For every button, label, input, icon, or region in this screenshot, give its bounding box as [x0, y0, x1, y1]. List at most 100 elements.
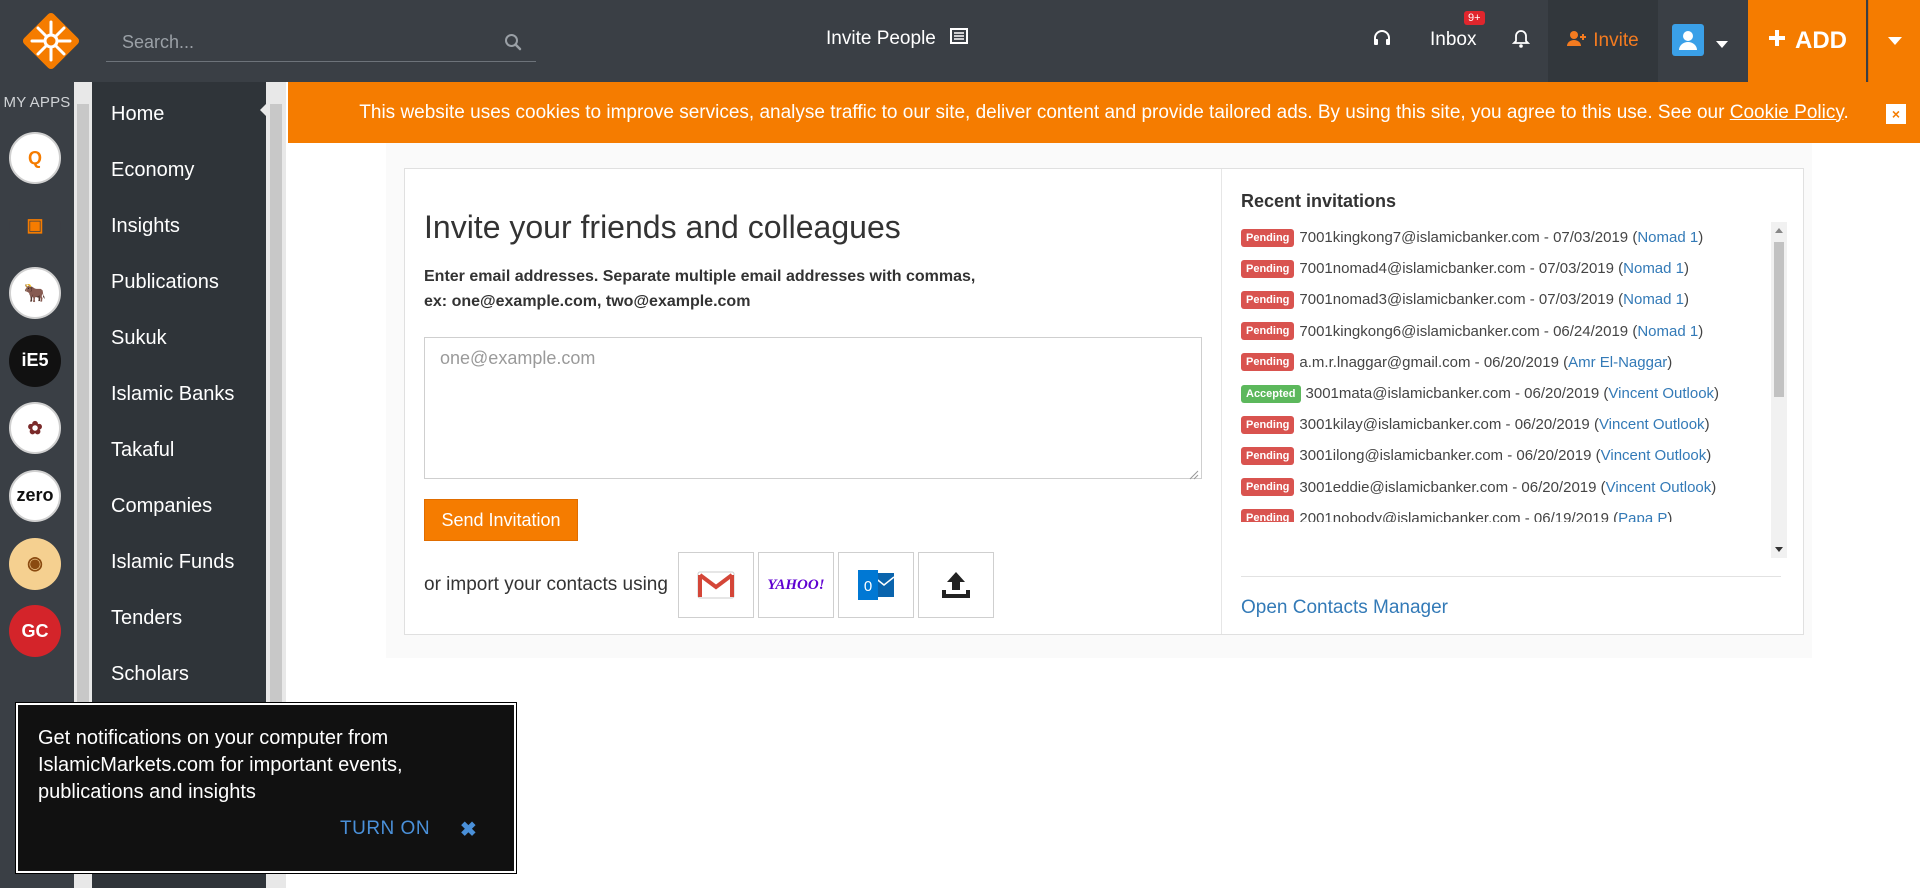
menu-item-publications[interactable]: Publications — [92, 259, 266, 315]
app-made-in-musaeat-icon[interactable]: ✿ — [9, 402, 61, 455]
turn-on-button[interactable]: TURN ON — [340, 818, 430, 840]
invitation-email: 2001nobody@islamicbanker.com - 06/19/201… — [1299, 509, 1619, 522]
recent-scrollbar[interactable] — [1771, 222, 1787, 558]
yahoo-import-button[interactable]: YAHOO! — [757, 552, 834, 618]
paren: ) — [1714, 385, 1720, 403]
menu-item-economy[interactable]: Economy — [92, 147, 266, 203]
invitation-row: Pending 7001nomad4@islamicbanker.com - 07… — [1241, 253, 1767, 284]
invite-people-link[interactable]: Invite People — [826, 28, 968, 50]
inviter-link[interactable]: Vincent Outlook — [1608, 385, 1714, 402]
status-badge: Pending — [1241, 446, 1295, 465]
menu-item-insights[interactable]: Insights — [92, 203, 266, 259]
paren: ) — [1684, 260, 1690, 278]
menu-item-scholars[interactable]: Scholars — [92, 651, 266, 707]
invitation-email: 7001kingkong6@islamicbanker.com - 06/24/… — [1299, 322, 1638, 340]
app-green-bull-icon[interactable]: 🐂 — [9, 267, 61, 320]
app-food-icon[interactable]: ◉ — [9, 537, 61, 590]
inviter-link[interactable]: Vincent Outlook — [1601, 447, 1707, 464]
app-gc-rockboard-icon[interactable]: GC — [9, 605, 61, 658]
paren: ) — [1667, 353, 1673, 371]
menu-item-islamic-funds[interactable]: Islamic Funds — [92, 539, 266, 595]
gmail-import-button[interactable] — [677, 552, 754, 618]
paren: ) — [1698, 229, 1704, 247]
invitation-email: 7001kingkong7@islamicbanker.com - 07/03/… — [1299, 229, 1638, 247]
cookie-text: This website uses cookies to improve ser… — [359, 101, 1849, 123]
inviter-link[interactable]: Papa P — [1618, 510, 1667, 522]
invitation-email: 3001eddie@islamicbanker.com - 06/20/2019… — [1299, 478, 1606, 496]
upload-contacts-button[interactable] — [917, 552, 994, 618]
inviter-link[interactable]: Vincent Outlook — [1599, 416, 1705, 433]
invitation-row: Pending 3001eddie@islamicbanker.com - 06/… — [1241, 472, 1767, 503]
search-box — [106, 24, 536, 62]
user-plus-icon — [1567, 30, 1587, 52]
inviter-link[interactable]: Vincent Outlook — [1606, 479, 1712, 496]
search-icon[interactable] — [504, 33, 522, 56]
menu-item-sukuk[interactable]: Sukuk — [92, 315, 266, 371]
invite-button[interactable]: Invite — [1548, 0, 1658, 82]
app-glyph: ✿ — [27, 417, 43, 438]
app-glyph: ◉ — [27, 553, 43, 574]
add-dropdown-button[interactable] — [1868, 0, 1920, 82]
invitation-row: Pending a.m.r.lnaggar@gmail.com - 06/20/2… — [1241, 347, 1767, 378]
close-icon[interactable]: ✖ — [460, 817, 477, 842]
status-badge: Pending — [1241, 322, 1295, 341]
invitation-row: Pending 3001ilong@islamicbanker.com - 06/… — [1241, 440, 1767, 471]
add-label: ADD — [1795, 27, 1847, 54]
inbox-badge: 9+ — [1464, 11, 1485, 25]
cookie-policy-link[interactable]: Cookie Policy — [1730, 102, 1844, 123]
apps-scrollbar-thumb[interactable] — [77, 104, 89, 794]
scroll-up-icon — [1775, 228, 1783, 233]
invitation-email: 3001mata@islamicbanker.com - 06/20/2019 … — [1305, 385, 1609, 403]
paren: ) — [1706, 447, 1712, 465]
user-avatar[interactable] — [1672, 24, 1704, 56]
app-list: Q ▣ 🐂 iE5 ✿ zero ◉ GC — [9, 132, 61, 673]
inbox-link[interactable]: Inbox — [1430, 29, 1476, 51]
invitation-row: Pending 2001nobody@islamicbanker.com - 06… — [1241, 503, 1767, 522]
open-contacts-manager-link[interactable]: Open Contacts Manager — [1241, 597, 1448, 619]
status-badge: Pending — [1241, 290, 1295, 309]
islamicmarkets-logo[interactable] — [20, 10, 82, 72]
menu-item-home[interactable]: Home — [92, 91, 266, 147]
menu-item-tenders[interactable]: Tenders — [92, 595, 266, 651]
search-input[interactable] — [106, 24, 486, 60]
invitation-row: Pending 7001kingkong6@islamicbanker.com -… — [1241, 316, 1767, 347]
inviter-link[interactable]: Nomad 1 — [1637, 229, 1698, 246]
bell-icon[interactable] — [1511, 29, 1531, 54]
paren: ) — [1711, 478, 1717, 496]
app-glyph: ▣ — [26, 215, 44, 236]
app-glyph: iE5 — [21, 350, 49, 371]
outlook-import-button[interactable]: 0 — [837, 552, 914, 618]
cookie-banner: This website uses cookies to improve ser… — [288, 82, 1920, 143]
email-addresses-field[interactable] — [424, 337, 1202, 479]
chevron-down-icon[interactable] — [1716, 36, 1728, 54]
divider — [1241, 576, 1781, 577]
send-invitation-button[interactable]: Send Invitation — [424, 499, 578, 541]
invitation-email: 7001nomad4@islamicbanker.com - 07/03/201… — [1299, 260, 1624, 278]
inviter-link[interactable]: Amr El-Naggar — [1568, 354, 1667, 371]
paren: ) — [1667, 509, 1673, 522]
recent-scrollbar-thumb[interactable] — [1774, 242, 1784, 397]
invitation-row: Pending 7001kingkong7@islamicbanker.com -… — [1241, 222, 1767, 253]
invitation-row: Pending 3001kilay@islamicbanker.com - 06/… — [1241, 409, 1767, 440]
app-zero-icon[interactable]: zero — [9, 469, 61, 522]
invitation-email: 7001nomad3@islamicbanker.com - 07/03/201… — [1299, 291, 1624, 309]
menu-item-companies[interactable]: Companies — [92, 483, 266, 539]
inviter-link[interactable]: Nomad 1 — [1623, 291, 1684, 308]
push-notification-prompt: Get notifications on your computer from … — [16, 703, 516, 873]
support-headset-icon[interactable] — [1372, 29, 1392, 54]
resize-handle-icon[interactable] — [1189, 467, 1199, 485]
add-button[interactable]: ADD — [1748, 0, 1866, 82]
status-badge: Pending — [1241, 259, 1295, 278]
app-presentation-icon[interactable]: ▣ — [9, 199, 61, 252]
status-badge: Pending — [1241, 509, 1295, 522]
menu-item-takaful[interactable]: Takaful — [92, 427, 266, 483]
inviter-link[interactable]: Nomad 1 — [1623, 260, 1684, 277]
app-orange-q-icon[interactable]: Q — [9, 132, 61, 184]
inviter-link[interactable]: Nomad 1 — [1637, 323, 1698, 340]
plus-icon — [1767, 27, 1787, 55]
import-contacts: or import your contacts using YAHOO! 0 — [424, 552, 998, 618]
app-ie5-icon[interactable]: iE5 — [9, 334, 61, 387]
close-icon[interactable]: × — [1886, 104, 1906, 124]
status-badge: Pending — [1241, 415, 1295, 434]
menu-item-islamic-banks[interactable]: Islamic Banks — [92, 371, 266, 427]
